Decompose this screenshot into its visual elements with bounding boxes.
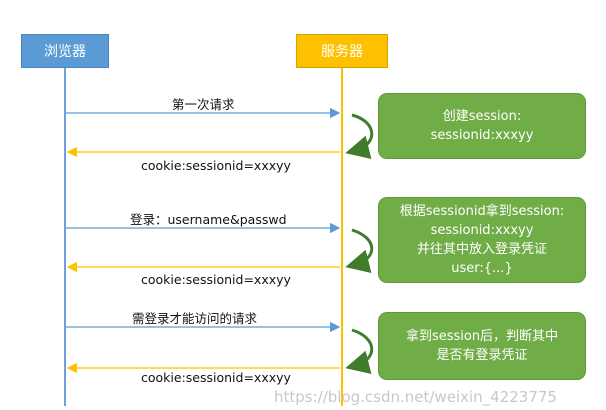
process-curve-arrow-1 bbox=[345, 113, 374, 159]
message-label-response-3: cookie:sessionid=xxxyy bbox=[141, 370, 291, 385]
server-note-create-session: 创建session: sessionid:xxxyy bbox=[378, 93, 586, 159]
note-line: user:{...} bbox=[451, 261, 513, 276]
watermark: https://blog.csdn.net/weixin_4223775 bbox=[274, 388, 557, 406]
message-label-request-2: 登录：username&passwd bbox=[130, 212, 287, 227]
message-label-request-1: 第一次请求 bbox=[172, 97, 235, 112]
process-curve-arrow-3 bbox=[345, 328, 374, 374]
server-note-check-credential: 拿到session后，判断其中 是否有登录凭证 bbox=[378, 312, 586, 380]
message-label-request-3: 需登录才能访问的请求 bbox=[132, 311, 258, 326]
note-line: 根据sessionid拿到session: bbox=[399, 204, 565, 219]
note-line: 拿到session后，判断其中 bbox=[405, 329, 559, 344]
note-line: sessionid:xxxyy bbox=[430, 128, 534, 143]
note-line: sessionid:xxxyy bbox=[430, 223, 534, 238]
message-label-response-1: cookie:sessionid=xxxyy bbox=[141, 158, 291, 173]
note-line: 并往其中放入登录凭证 bbox=[416, 242, 547, 257]
message-label-response-2: cookie:sessionid=xxxyy bbox=[141, 272, 291, 287]
note-line: 是否有登录凭证 bbox=[436, 348, 528, 363]
process-curve-arrow-2 bbox=[345, 228, 374, 273]
note-line: 创建session: bbox=[442, 109, 522, 124]
server-note-store-credential: 根据sessionid拿到session: sessionid:xxxyy 并往… bbox=[378, 197, 586, 283]
